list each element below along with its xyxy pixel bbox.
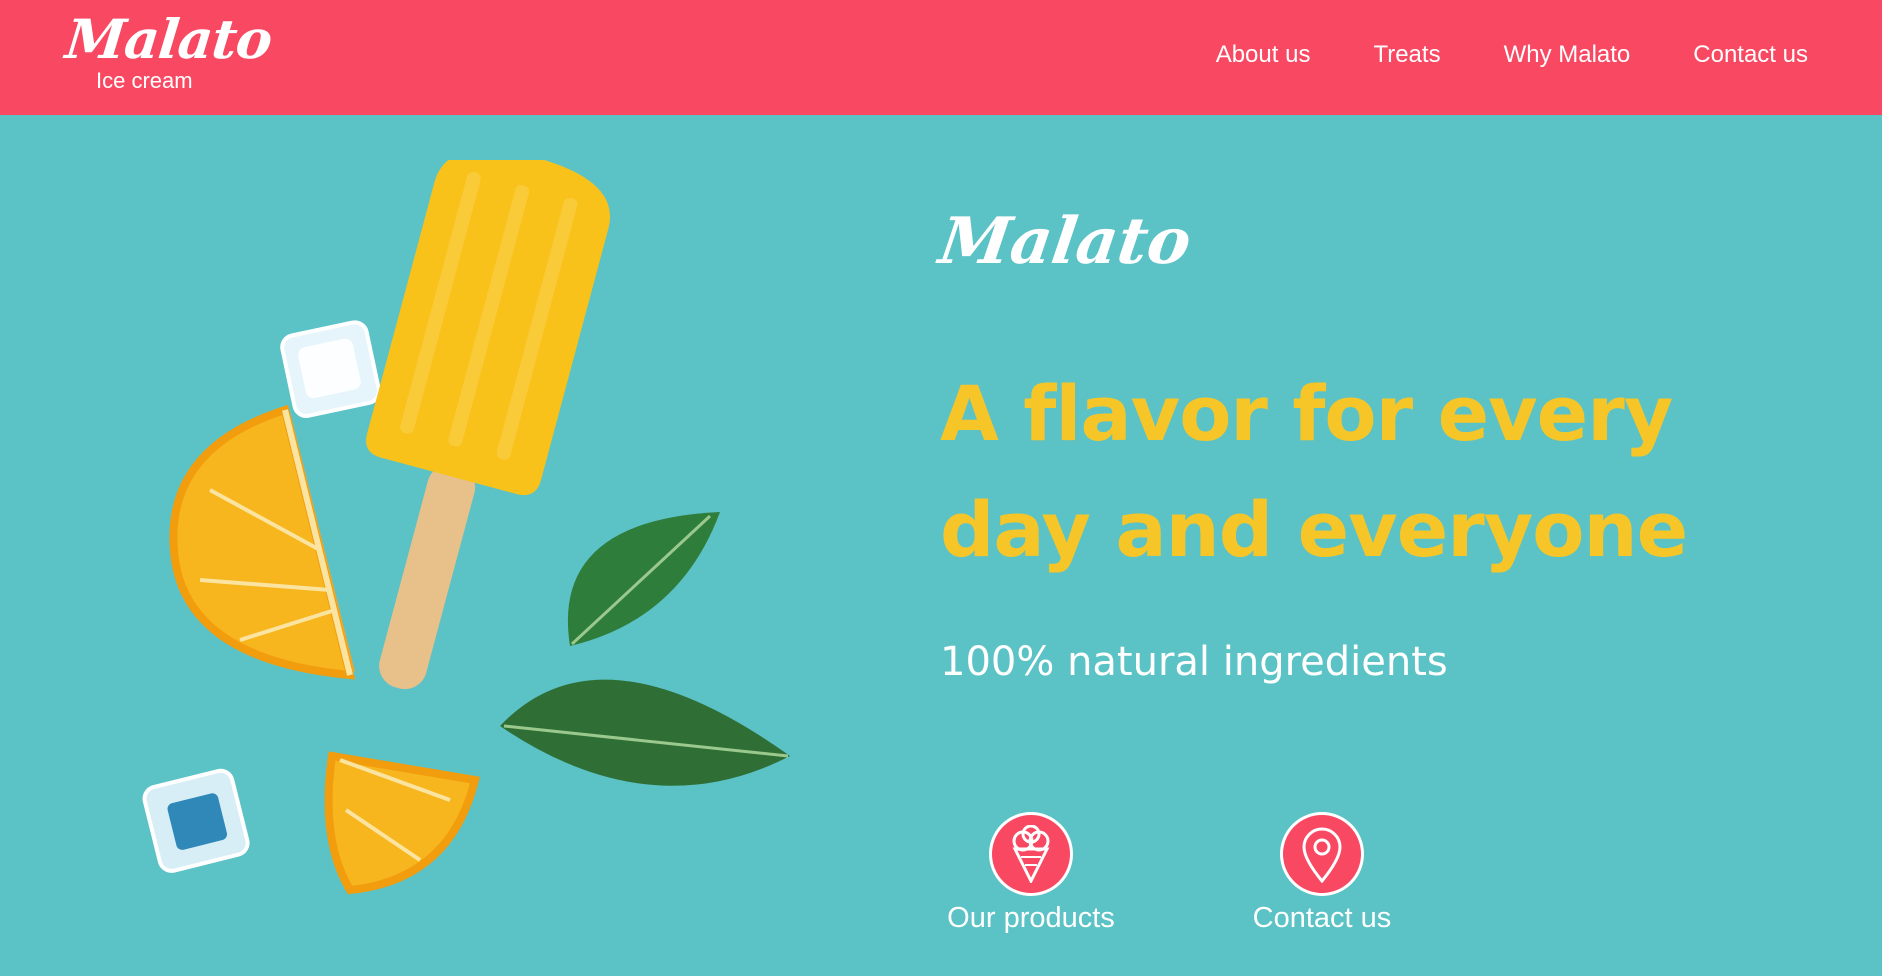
hero-brand-logo: Malato	[934, 204, 1196, 279]
leaf-large	[500, 679, 790, 786]
nav-about-us[interactable]: About us	[1216, 36, 1311, 74]
our-products-button[interactable]: Our products	[921, 812, 1141, 935]
location-pin-icon	[1280, 812, 1364, 896]
hero-illustration	[142, 160, 790, 895]
hero-section: Malato A flavor for every day and everyo…	[935, 204, 1840, 685]
popsicle-stick	[379, 464, 476, 690]
popsicle	[366, 160, 610, 496]
main-nav: About us Treats Why Malato Contact us	[1216, 36, 1808, 74]
logo-subtitle: Ice cream	[96, 68, 193, 93]
our-products-label: Our products	[947, 902, 1115, 934]
nav-treats[interactable]: Treats	[1373, 36, 1440, 74]
nav-why-malato[interactable]: Why Malato	[1504, 36, 1631, 74]
ice-cream-cone-icon	[989, 812, 1073, 896]
top-navbar: Malato Ice cream About us Treats Why Mal…	[0, 0, 1882, 115]
ice-cube-bottom	[142, 768, 250, 873]
nav-contact-us[interactable]: Contact us	[1693, 36, 1808, 74]
contact-us-button[interactable]: Contact us	[1212, 812, 1432, 935]
hero-headline: A flavor for every day and everyone	[940, 369, 1688, 574]
logo-wordmark: Malato	[62, 7, 275, 71]
contact-us-label: Contact us	[1252, 902, 1392, 934]
leaf-small	[567, 512, 720, 646]
ice-cube-top	[280, 320, 381, 418]
hero-subtitle: 100% natural ingredients	[940, 638, 1448, 685]
orange-half	[169, 404, 356, 680]
orange-wedge	[324, 751, 480, 895]
brand-logo[interactable]: Malato Ice cream	[63, 7, 275, 98]
